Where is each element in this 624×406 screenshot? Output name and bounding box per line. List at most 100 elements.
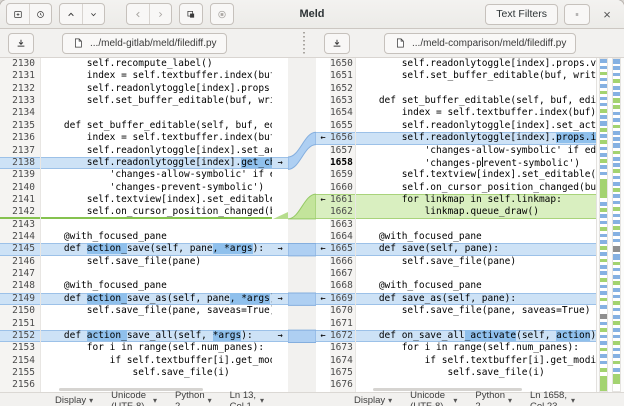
menu-icon[interactable] [564, 3, 590, 25]
close-icon[interactable]: × [596, 3, 618, 25]
diff-minimap[interactable] [596, 58, 624, 392]
line-number: 1656 [329, 132, 355, 145]
code-line[interactable]: self.save_file(pane, saveas=True) [41, 305, 272, 317]
meld-window: Meld Text Filters × .../meld-gitlab/meld… [0, 0, 624, 406]
minimap-column[interactable] [599, 58, 608, 392]
next-change-button[interactable] [82, 4, 104, 24]
code-line[interactable]: def action_save_all(self, *args): [41, 329, 272, 343]
code-line[interactable]: def on_save_all_activate(self, action): [355, 329, 596, 343]
display-menu[interactable]: Display ▾ [46, 395, 102, 406]
code-line[interactable]: linkmap.queue_draw() [355, 206, 596, 219]
code-line[interactable]: if self.textbuffer[i].get_modified [356, 355, 596, 367]
chunk-arrow[interactable]: ← [316, 292, 330, 306]
chunk-arrow[interactable]: ← [316, 132, 330, 145]
code-line[interactable]: self.set_buffer_editable(buf, writable [356, 70, 596, 82]
display-menu[interactable]: Display ▾ [345, 395, 401, 406]
code-line[interactable]: if self.textbuffer[i].get_modified [41, 355, 272, 367]
right-editor-pane[interactable]: ← ← ← ← ← 1650 1651 1652 1653 1654 1655 1656 1657 16… [316, 58, 596, 392]
line-number: 2144 [12, 231, 35, 243]
previous-change-button[interactable] [60, 4, 82, 24]
line-number: 2148 [12, 280, 35, 292]
file-selector-right[interactable]: .../meld-comparison/meld/filediff.py [384, 32, 577, 54]
code-line[interactable]: @with_focused_pane [356, 280, 596, 292]
code-line[interactable]: self.readonlytoggle[index].props.visib [356, 58, 596, 70]
text-filters-button[interactable]: Text Filters [485, 3, 558, 25]
encoding-menu[interactable]: Unicode (UTF-8) ▾ [102, 390, 166, 406]
code-line[interactable]: self.readonlytoggle[index].set_active( [41, 145, 272, 157]
code-line[interactable]: 'changes-prevent-symbolic') [356, 156, 596, 169]
code-line[interactable] [356, 268, 596, 280]
code-line[interactable]: index = self.textbuffer.index(buf) [41, 132, 272, 144]
code-line[interactable]: self.on_cursor_position_changed(buf, N [41, 206, 272, 218]
code-line[interactable]: self.readonlytoggle[index].set_active(n [356, 120, 596, 132]
code-line[interactable] [41, 219, 272, 231]
syntax-menu[interactable]: Python 2 ▾ [466, 390, 521, 406]
save-icon[interactable] [8, 32, 34, 54]
chunk-arrow[interactable]: → [272, 156, 288, 170]
code-line[interactable]: for i in range(self.num_panes): [356, 342, 596, 354]
code-line[interactable]: index = self.textbuffer.index(buf) [41, 70, 272, 82]
chunk-arrow[interactable]: ← [316, 329, 330, 343]
code-line[interactable]: self.recompute_label() [41, 58, 272, 70]
code-line[interactable]: 'changes-allow-symbolic' if editab [41, 169, 272, 181]
code-line[interactable]: index = self.textbuffer.index(buf) [356, 107, 596, 119]
code-line[interactable]: self.textview[index].set_editable(edit [356, 169, 596, 181]
chunk-arrow[interactable]: → [272, 243, 288, 256]
chunk-arrow[interactable]: → [272, 292, 288, 306]
code-line[interactable]: self.readonlytoggle[index].props.visib [41, 83, 272, 95]
code-line[interactable]: self.set_buffer_editable(buf, writable [41, 95, 272, 107]
minimap-column[interactable] [612, 58, 621, 392]
encoding-menu[interactable]: Unicode (UTF-8) ▾ [401, 390, 466, 406]
code-line[interactable]: self.save_file(pane) [356, 256, 596, 268]
cursor-position[interactable]: Ln 1658, Col 23 ▾ [521, 390, 584, 406]
right-code-area[interactable]: self.readonlytoggle[index].props.visib s… [354, 58, 596, 392]
minimap-handle [613, 246, 620, 252]
code-line[interactable]: self.save_file(pane, saveas=True) [356, 305, 596, 317]
chunk-action-cell [272, 231, 288, 243]
syntax-menu[interactable]: Python 2 ▾ [166, 390, 221, 406]
chunk-action-cell [316, 95, 330, 107]
code-line[interactable]: self.textview[index].set_editable(edit [41, 194, 272, 206]
code-line[interactable]: for linkmap in self.linkmap: [355, 193, 596, 207]
code-line[interactable]: def set_buffer_editable(self, buf, edita… [41, 120, 272, 132]
code-line[interactable]: @with_focused_pane [41, 280, 272, 292]
code-line[interactable]: self.readonlytoggle[index].props.icon_n [355, 132, 596, 145]
left-editor-pane[interactable]: 2130 2131 2132 2133 2134 2135 2136 2137 2138 2139… [0, 58, 288, 392]
chunk-arrow[interactable]: → [272, 329, 288, 343]
code-line[interactable]: self.readonlytoggle[index].get_child() [41, 156, 272, 170]
code-line[interactable]: self.save_file(i) [356, 367, 596, 379]
diffmap-segment [600, 361, 607, 365]
code-line[interactable]: self.save_file(pane) [41, 256, 272, 268]
left-code-area[interactable]: self.recompute_label() index = self.text… [41, 58, 272, 392]
code-line[interactable] [41, 107, 272, 119]
code-line[interactable]: def save_as(self, pane): [355, 292, 596, 306]
code-line[interactable]: def set_buffer_editable(self, buf, edita… [356, 95, 596, 107]
code-line[interactable] [356, 83, 596, 95]
code-line[interactable]: self.on_cursor_position_changed(buf, N [356, 182, 596, 194]
code-line[interactable]: def action_save_as(self, pane, *args): [41, 292, 272, 306]
copy-all-changes-button[interactable] [180, 4, 202, 24]
code-line[interactable]: for i in range(self.num_panes): [41, 342, 272, 354]
code-line[interactable] [356, 318, 596, 330]
code-line[interactable]: 'changes-allow-symbolic' if editab [356, 145, 596, 157]
new-comparison-button[interactable] [7, 4, 29, 24]
chunk-arrow[interactable]: ← [316, 243, 330, 256]
chunk-arrow[interactable]: ← [316, 193, 330, 207]
code-line[interactable] [41, 318, 272, 330]
pane-splitter[interactable] [303, 32, 305, 54]
line-number: 1663 [329, 218, 353, 230]
code-line[interactable] [356, 219, 596, 231]
chunk-action-cell [272, 342, 288, 354]
save-icon[interactable] [324, 32, 350, 54]
code-line[interactable]: self.save_file(i) [41, 367, 272, 379]
code-line[interactable]: 'changes-prevent-symbolic') [41, 182, 272, 194]
code-line[interactable]: def action_save(self, pane, *args): [41, 243, 272, 256]
chunk-action-cell [316, 280, 330, 292]
file-selector-left[interactable]: .../meld-gitlab/meld/filediff.py [62, 32, 227, 54]
code-line[interactable]: @with_focused_pane [356, 231, 596, 243]
code-line[interactable] [41, 268, 272, 280]
code-line[interactable]: @with_focused_pane [41, 231, 272, 243]
file-version-history-button[interactable] [29, 4, 51, 24]
code-line[interactable]: def save(self, pane): [355, 243, 596, 256]
cursor-position[interactable]: Ln 13, Col 1 ▾ [221, 390, 273, 406]
